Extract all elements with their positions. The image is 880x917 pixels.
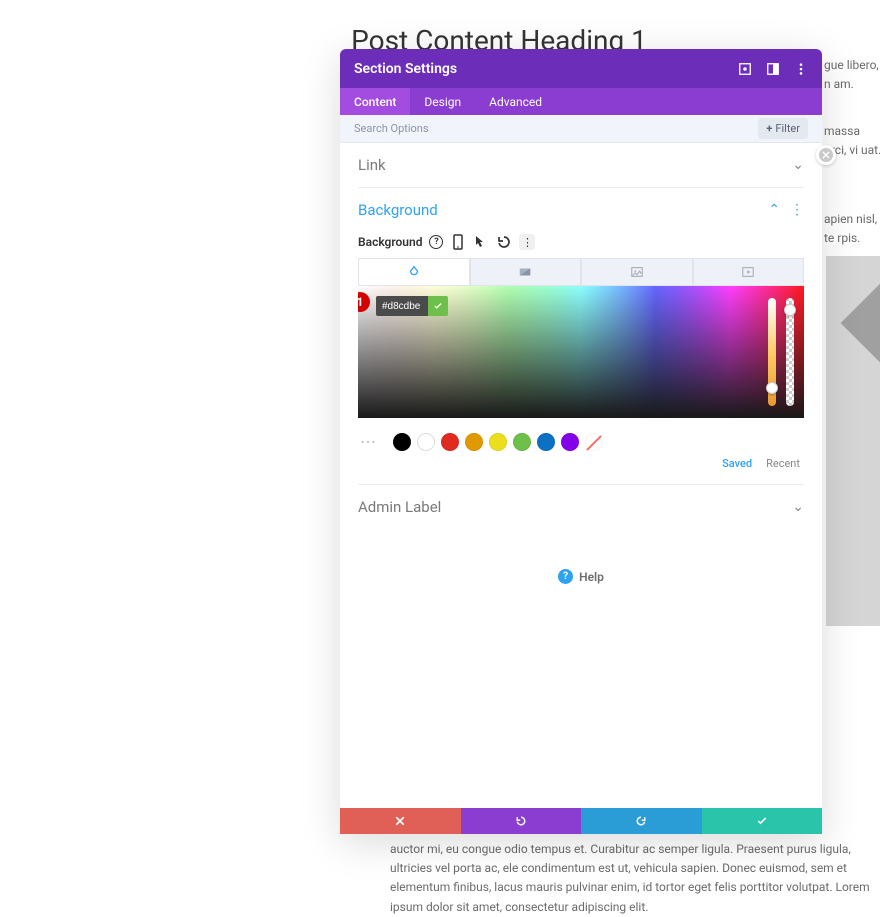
accordion-link[interactable]: Link ⌄	[358, 143, 804, 188]
swatch[interactable]	[561, 433, 579, 451]
background-title[interactable]: Background	[358, 201, 438, 219]
snap-icon[interactable]	[766, 62, 780, 76]
help-label: Help	[579, 570, 604, 584]
tablet-icon[interactable]	[450, 234, 466, 250]
tab-advanced[interactable]: Advanced	[475, 88, 556, 115]
filter-button[interactable]: +Filter	[758, 118, 808, 139]
reset-icon[interactable]	[496, 234, 512, 250]
save-button[interactable]	[702, 808, 823, 834]
slider-thumb[interactable]	[766, 382, 778, 394]
link-title: Link	[358, 156, 386, 174]
bg-text: gue libero, n am.	[824, 56, 880, 94]
swatch[interactable]	[417, 433, 435, 451]
cancel-button[interactable]	[340, 808, 461, 834]
bg-decoration	[826, 256, 880, 626]
swatch[interactable]	[489, 433, 507, 451]
modal-footer	[340, 808, 822, 834]
hover-icon[interactable]	[473, 234, 489, 250]
chevron-down-icon: ⌄	[792, 499, 804, 515]
help-link[interactable]: ? Help	[358, 569, 804, 584]
swatch-none[interactable]	[585, 433, 603, 451]
recent-colors-tab[interactable]: Recent	[766, 457, 800, 470]
help-icon[interactable]: ?	[429, 235, 443, 249]
slider-thumb[interactable]	[784, 304, 796, 316]
color-picker[interactable]: 1	[358, 286, 804, 418]
kebab-icon[interactable]: ⋮	[790, 202, 804, 218]
chevron-down-icon: ⌄	[792, 157, 804, 173]
accordion-admin-label[interactable]: Admin Label ⌄	[358, 485, 804, 529]
modal-title: Section Settings	[354, 61, 738, 77]
redo-button[interactable]	[581, 808, 702, 834]
alpha-slider[interactable]	[786, 298, 794, 406]
options-icon[interactable]: ⋮	[519, 234, 535, 250]
hex-confirm-button[interactable]	[428, 296, 448, 316]
hue-slider[interactable]	[768, 298, 776, 406]
help-icon: ?	[558, 569, 573, 584]
more-icon[interactable]	[794, 62, 808, 76]
search-row: Search Options +Filter	[340, 115, 822, 143]
section-settings-modal: Section Settings Content Design Advanced…	[340, 49, 822, 834]
expand-icon[interactable]	[738, 62, 752, 76]
bg-image-tab[interactable]	[581, 258, 693, 286]
search-input[interactable]: Search Options	[354, 122, 429, 135]
bg-gradient-tab[interactable]	[470, 258, 582, 286]
swatch[interactable]	[513, 433, 531, 451]
swatch[interactable]	[537, 433, 555, 451]
swatch[interactable]	[441, 433, 459, 451]
swatch[interactable]	[465, 433, 483, 451]
tab-design[interactable]: Design	[410, 88, 475, 115]
close-button[interactable]	[816, 145, 836, 165]
swatch-more-icon[interactable]: ⋯	[360, 432, 377, 451]
chevron-up-icon[interactable]: ⌃	[768, 202, 780, 218]
bg-text: auctor mi, eu congue odio tempus et. Cur…	[390, 840, 870, 917]
swatch[interactable]	[393, 433, 411, 451]
bg-color-tab[interactable]	[358, 258, 470, 286]
bg-text: apien nisl, te rpis.	[824, 210, 880, 248]
saved-colors-tab[interactable]: Saved	[722, 457, 752, 470]
tab-content[interactable]: Content	[340, 88, 410, 115]
background-field-label: Background	[358, 235, 422, 249]
bg-video-tab[interactable]	[693, 258, 805, 286]
modal-header: Section Settings	[340, 49, 822, 88]
swatch-row: ⋯	[358, 432, 804, 451]
hex-input[interactable]	[376, 296, 428, 316]
undo-button[interactable]	[461, 808, 582, 834]
tab-row: Content Design Advanced	[340, 88, 822, 115]
accordion-background: Background ⌃ ⋮ Background ? ⋮	[358, 188, 804, 485]
admin-label-title: Admin Label	[358, 498, 441, 516]
bg-type-tabs	[358, 258, 804, 286]
